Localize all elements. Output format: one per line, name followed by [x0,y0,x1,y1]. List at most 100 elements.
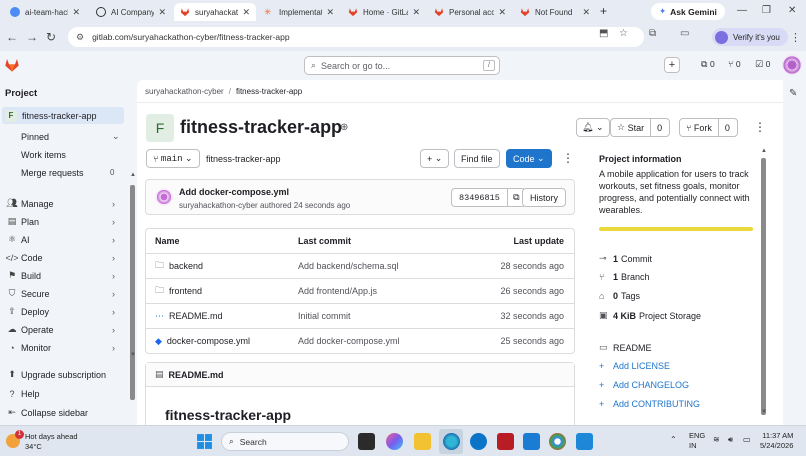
sidebar-item-operate[interactable]: ☁ Operate › [0,321,124,338]
install-app-icon[interactable]: ⬒ [599,28,608,39]
create-new-button[interactable]: + [664,57,680,73]
extensions-icon[interactable]: ⧉ [649,28,656,39]
hp-icon[interactable] [470,433,487,450]
browser-menu-icon[interactable]: ⋮ [790,31,801,44]
repository-actions-icon[interactable]: ⋮ [562,151,574,165]
sidebar-item-work-items[interactable]: Work items [0,146,124,163]
close-window-icon[interactable]: ✕ [788,5,796,16]
sidebar-collapse[interactable]: ⇤ Collapse sidebar [0,404,124,421]
windows-start-icon[interactable] [196,433,213,450]
fork-button[interactable]: ⑂ Fork 0 [679,118,738,137]
close-tab-icon[interactable]: ✕ [158,7,166,18]
issues-button[interactable]: ⧉ 0 [701,59,715,70]
show-hidden-icons[interactable]: ⌃ [670,435,677,444]
language-bar[interactable] [599,227,753,231]
minimize-icon[interactable]: — [737,5,747,16]
branches-link[interactable]: ⑂ 1 Branch [599,272,650,282]
sidebar-item-code[interactable]: </> Code › [0,249,124,266]
bookmark-star-icon[interactable]: ☆ [619,28,628,39]
sidebar-scrollbar[interactable] [130,185,135,400]
storage-link[interactable]: ▣ 4 KiB Project Storage [599,310,701,321]
store-icon[interactable] [523,433,540,450]
url-bar[interactable]: ⚙ gitlab.com/suryahackathon-cyber/fitnes… [68,27,644,47]
find-file-button[interactable]: Find file [454,149,500,168]
add-contributing-link[interactable]: + Add CONTRIBUTING [599,399,700,409]
sidebar-item-monitor[interactable]: ◔ Monitor › [0,339,124,356]
sidebar-item-secure[interactable]: ⛉ Secure › [0,285,124,302]
close-tab-icon[interactable]: ✕ [498,7,506,18]
add-file-dropdown[interactable]: + ⌄ [420,149,450,168]
copilot-icon[interactable] [386,433,403,450]
table-row[interactable]: 🗀︎ backend Add backend/schema.sql 28 seco… [146,253,574,278]
scroll-down-icon[interactable]: ▼ [761,409,767,415]
system-clock[interactable]: 11:37 AM 5/24/2026 [760,431,793,451]
sidebar-pinned[interactable]: Pinned ⌄ [0,128,124,145]
sidebar-upgrade-subscription[interactable]: ⬆ Upgrade subscription [0,366,124,383]
global-search-input[interactable]: ⌕ Search or go to... / [304,56,500,75]
commit-message[interactable]: Add docker-compose.yml [179,187,289,197]
browser-tab-active[interactable]: suryahackath ✕ [174,3,256,21]
mcafee-icon[interactable] [497,433,514,450]
scroll-down-icon[interactable]: ▼ [130,352,136,358]
browser-tab[interactable]: Not Found ✕ [514,3,596,21]
verify-account-button[interactable]: Verify it's you [712,28,788,46]
todos-button[interactable]: ☑ 0 [755,59,770,70]
sidebar-help[interactable]: ? Help [0,385,124,402]
main-scrollbar[interactable] [761,158,766,415]
volume-icon[interactable]: 🔊︎ [728,435,733,445]
sidebar-item-manage[interactable]: 👥︎ Manage › [0,195,124,212]
sidebar-toggle-icon[interactable]: ▭ [680,28,689,39]
code-button[interactable]: Code ⌄ [506,149,552,168]
user-avatar[interactable] [782,55,802,75]
browser-tab[interactable]: Home · GitLa ✕ [342,3,426,21]
browser-tab[interactable]: ai-team-hack ✕ [4,3,86,21]
app-icon[interactable] [576,433,593,450]
history-button[interactable]: History [522,188,567,207]
taskbar-search[interactable]: ⌕ Search [221,432,349,451]
battery-icon[interactable]: ▭ [743,435,751,444]
add-changelog-link[interactable]: + Add CHANGELOG [599,380,689,390]
weather-widget[interactable]: 1 Hot days ahead 34°C [6,430,78,452]
sidebar-item-deploy[interactable]: ⇪ Deploy › [0,303,124,320]
close-tab-icon[interactable]: ✕ [72,7,80,18]
table-row[interactable]: ◆ docker-compose.yml Add docker-compose.y… [146,328,574,353]
language-indicator[interactable]: ENG IN [689,431,705,451]
scroll-up-icon[interactable]: ▲ [130,172,136,178]
site-info-icon[interactable]: ⚙ [76,32,84,43]
ask-gemini-button[interactable]: ✦ Ask Gemini [651,3,725,20]
restore-icon[interactable]: ❐ [762,5,771,16]
breadcrumb-current[interactable]: fitness-tracker-app [236,87,302,96]
browser-tab[interactable]: ✳ Implementati ✕ [258,3,340,21]
chrome-icon[interactable] [549,433,566,450]
wifi-icon[interactable]: ≋ [713,435,720,444]
sidebar-item-ai[interactable]: ⚛ AI › [0,231,124,248]
table-row[interactable]: ⋯ README.md Initial commit 32 seconds ago [146,303,574,328]
new-tab-button[interactable]: + [600,4,607,18]
close-tab-icon[interactable]: ✕ [242,7,250,18]
project-actions-icon[interactable]: ⋮ [754,120,766,134]
forward-icon[interactable]: → [26,30,38,44]
browser-tab[interactable]: Personal acce✕ [428,3,512,21]
back-icon[interactable]: ← [6,30,18,44]
merge-requests-button[interactable]: ⑂ 0 [728,59,741,69]
close-tab-icon[interactable]: ✕ [326,7,334,18]
file-explorer-icon[interactable] [414,433,431,450]
sidebar-item-merge-requests[interactable]: Merge requests 0 [0,164,124,181]
star-button[interactable]: ☆ Star 0 [610,118,671,137]
table-row[interactable]: 🗀︎ frontend Add frontend/App.js 26 second… [146,278,574,303]
sidebar-item-build[interactable]: ⚑ Build › [0,267,124,284]
reload-icon[interactable]: ↻ [46,30,56,44]
sidebar-item-plan[interactable]: ▤ Plan › [0,213,124,230]
commit-sha[interactable]: 83496815 ⧉ [451,188,526,207]
commit-author-avatar[interactable] [155,188,173,206]
edge-browser-icon[interactable] [443,433,460,450]
readme-link[interactable]: ▭ README [599,342,652,353]
browser-tab[interactable]: AI Company ✕ [90,3,172,21]
gitlab-logo-icon[interactable] [4,57,19,72]
repository-path[interactable]: fitness-tracker-app [206,154,281,164]
branch-selector[interactable]: ⑂ main ⌄ [146,149,200,168]
scroll-up-icon[interactable]: ▲ [761,148,767,154]
close-tab-icon[interactable]: ✕ [412,7,420,18]
close-tab-icon[interactable]: ✕ [582,7,590,18]
add-license-link[interactable]: + Add LICENSE [599,361,670,371]
